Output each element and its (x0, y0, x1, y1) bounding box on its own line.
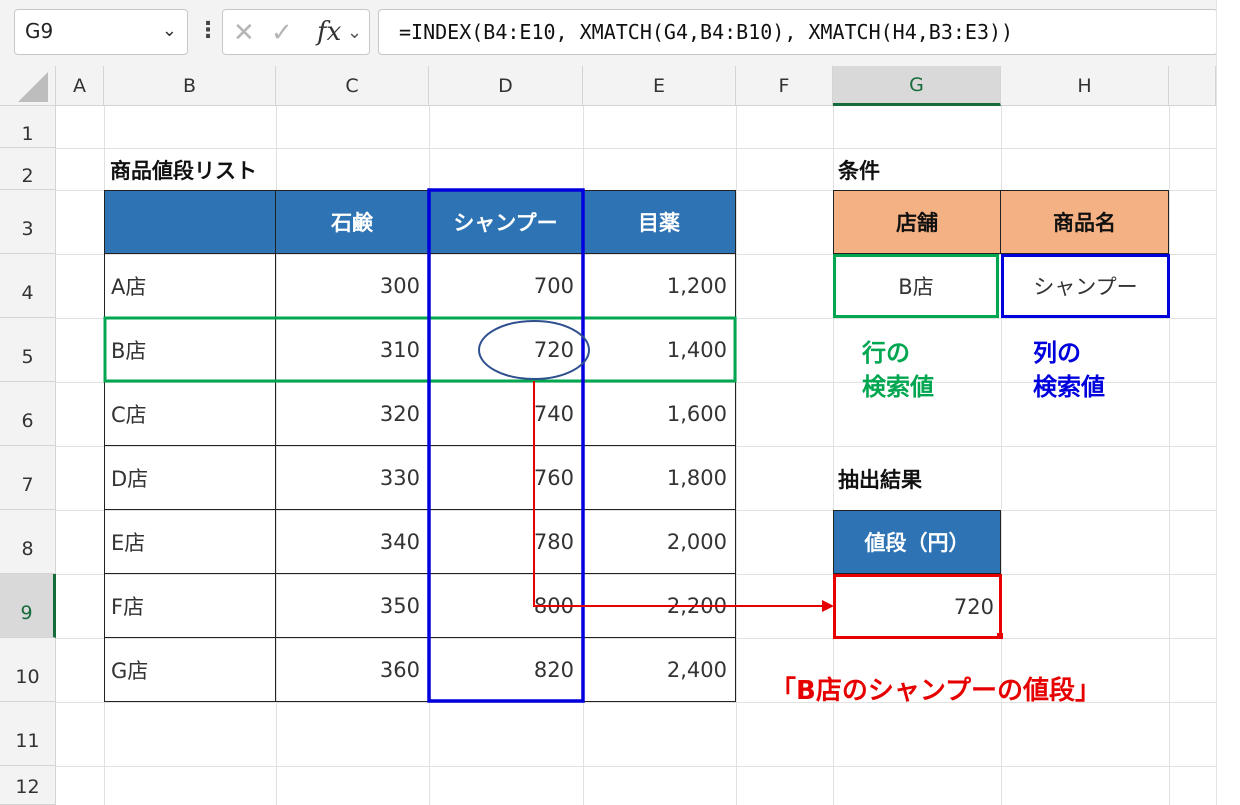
intersection-circle (478, 320, 590, 380)
arrow-head-icon (822, 600, 834, 612)
row-highlight-box (103, 316, 737, 383)
column-highlight-box (427, 188, 585, 703)
annotation-overlay (103, 188, 834, 703)
vertical-scrollbar[interactable] (1216, 0, 1240, 805)
result-arrow-line (533, 381, 822, 607)
